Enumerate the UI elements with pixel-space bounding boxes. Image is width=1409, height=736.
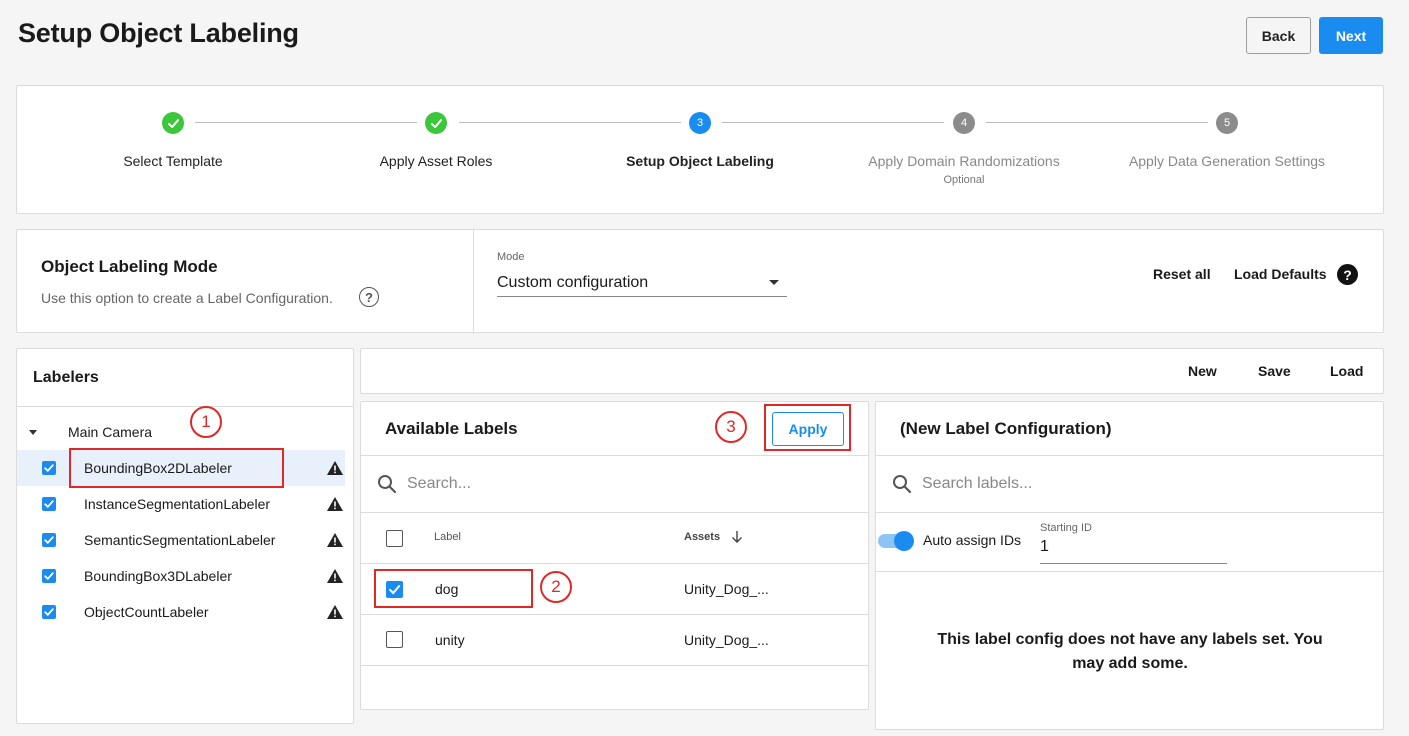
step-4-number: 4 <box>953 112 975 134</box>
reset-all-button[interactable]: Reset all <box>1153 266 1211 282</box>
checkbox-checked[interactable] <box>42 605 56 619</box>
checkbox-checked[interactable] <box>42 497 56 511</box>
labeling-mode-panel: Object Labeling Mode Use this option to … <box>16 229 1384 334</box>
select-all-checkbox[interactable] <box>386 530 403 547</box>
warning-icon <box>327 569 343 583</box>
back-button[interactable]: Back <box>1246 17 1311 54</box>
annotation-box-1 <box>69 448 284 488</box>
step-connector <box>195 122 417 123</box>
annotation-number-2: 2 <box>540 571 572 603</box>
annotation-box-3 <box>764 404 851 451</box>
step-1-label[interactable]: Select Template <box>43 153 303 169</box>
sort-arrow-down-icon[interactable] <box>731 530 743 544</box>
labeler-name: InstanceSegmentationLabeler <box>84 496 271 512</box>
step-3-label[interactable]: Setup Object Labeling <box>570 153 830 169</box>
checkbox-checked[interactable] <box>42 533 56 547</box>
warning-icon <box>327 533 343 547</box>
annotation-number-3: 3 <box>715 411 747 443</box>
label-cell: unity <box>435 632 465 648</box>
mode-title: Object Labeling Mode <box>41 257 218 276</box>
caret-down-icon[interactable] <box>29 430 37 435</box>
annotation-box-2 <box>374 569 533 608</box>
tree-node-main-camera[interactable]: Main Camera <box>68 424 152 440</box>
labeler-row-semantic-segmentation[interactable]: SemanticSegmentationLabeler <box>17 522 353 558</box>
step-5-number: 5 <box>1216 112 1238 134</box>
step-connector <box>722 122 944 123</box>
mode-select-value: Custom configuration <box>497 273 649 291</box>
mode-select[interactable]: Custom configuration <box>497 269 787 297</box>
labeler-name: ObjectCountLabeler <box>84 604 209 620</box>
divider <box>361 455 868 456</box>
labelers-title: Labelers <box>33 369 99 386</box>
step-5-label: Apply Data Generation Settings <box>1128 153 1326 169</box>
search-icon <box>893 475 912 494</box>
warning-icon <box>327 497 343 511</box>
warning-icon <box>327 605 343 619</box>
new-button[interactable]: New <box>1188 363 1217 379</box>
divider <box>361 614 868 615</box>
search-icon <box>378 475 397 494</box>
step-1-check-icon <box>162 112 184 134</box>
auto-assign-label: Auto assign IDs <box>923 532 1022 548</box>
help-icon[interactable]: ? <box>359 287 379 307</box>
divider <box>361 665 868 666</box>
label-config-title: (New Label Configuration) <box>900 419 1112 438</box>
step-connector <box>986 122 1208 123</box>
column-header-assets[interactable]: Assets <box>684 531 720 543</box>
labeler-name: SemanticSegmentationLabeler <box>84 532 276 548</box>
assets-cell: Unity_Dog_... <box>684 632 769 648</box>
annotation-number-1: 1 <box>190 406 222 438</box>
divider <box>17 406 353 407</box>
label-config-panel: (New Label Configuration) Search labels.… <box>875 401 1384 730</box>
step-2-label[interactable]: Apply Asset Roles <box>306 153 566 169</box>
step-2-check-icon <box>425 112 447 134</box>
help-filled-icon[interactable]: ? <box>1337 264 1358 285</box>
row-checkbox-unchecked[interactable] <box>386 631 403 648</box>
labeler-row-object-count[interactable]: ObjectCountLabeler <box>17 594 353 630</box>
search-labels-input[interactable]: Search labels... <box>922 475 1362 493</box>
empty-state-message: This label config does not have any labe… <box>937 631 1323 672</box>
checkbox-checked[interactable] <box>42 461 56 475</box>
divider <box>473 230 474 334</box>
available-labels-title: Available Labels <box>385 419 518 438</box>
labeler-row-instance-segmentation[interactable]: InstanceSegmentationLabeler <box>17 486 353 522</box>
starting-id-input[interactable]: 1 <box>1040 538 1227 564</box>
labeler-name: BoundingBox3DLabeler <box>84 568 232 584</box>
page-title: Setup Object Labeling <box>18 18 299 48</box>
wizard-stepper: 3 4 5 Select Template Apply Asset Roles … <box>16 85 1384 214</box>
mode-field-label: Mode <box>497 251 525 263</box>
column-header-label[interactable]: Label <box>434 531 461 543</box>
divider <box>876 571 1383 572</box>
step-4-optional: Optional <box>943 174 985 186</box>
mode-description: Use this option to create a Label Config… <box>41 290 333 306</box>
divider <box>361 563 868 564</box>
load-defaults-button[interactable]: Load Defaults <box>1234 266 1327 282</box>
config-toolbar: New Save Load <box>360 348 1384 394</box>
chevron-down-icon <box>769 280 779 285</box>
step-connector <box>459 122 681 123</box>
save-button[interactable]: Save <box>1258 363 1291 379</box>
step-4-label: Apply Domain Randomizations <box>868 153 1060 169</box>
step-3-number: 3 <box>689 112 711 134</box>
assets-cell: Unity_Dog_... <box>684 581 769 597</box>
search-input[interactable]: Search... <box>407 475 847 493</box>
labeler-row-boundingbox3d[interactable]: BoundingBox3DLabeler <box>17 558 353 594</box>
starting-id-label: Starting ID <box>1040 522 1092 534</box>
warning-icon <box>327 461 343 475</box>
divider <box>876 455 1383 456</box>
divider <box>361 512 868 513</box>
checkbox-checked[interactable] <box>42 569 56 583</box>
labelers-panel: Labelers Main Camera BoundingBox2DLabele… <box>16 348 354 724</box>
next-button[interactable]: Next <box>1319 17 1383 54</box>
divider <box>876 512 1383 513</box>
toggle-knob[interactable] <box>894 531 914 551</box>
load-button[interactable]: Load <box>1330 363 1363 379</box>
